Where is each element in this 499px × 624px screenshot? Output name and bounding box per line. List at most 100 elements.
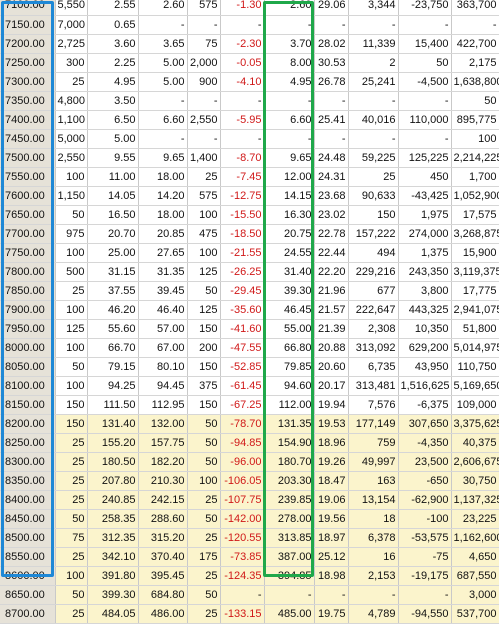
strike-cell: 7850.00: [0, 281, 56, 301]
table-row[interactable]: 8150.00 150 111.50 112.95 150 -67.25 112.00 19.…: [0, 395, 499, 415]
vol-a-cell: 25: [55, 281, 88, 301]
table-row[interactable]: 7450.00 5,000 5.00- - - - - - -100: [0, 129, 499, 149]
ask-cell: 46.40: [138, 300, 188, 320]
strike-cell: 7300.00: [0, 72, 56, 92]
table-row[interactable]: 7550.00 100 11.00 18.00 25 -7.45 12.00 24.31 25 4…: [0, 167, 499, 187]
premium-cell: 40,375: [451, 433, 499, 453]
table-row[interactable]: 8700.00 25 484.05 486.00 25 -133.15 485.00 19.7…: [0, 604, 499, 624]
change-cell: -: [220, 129, 265, 149]
last-cell: 8.00: [264, 53, 315, 73]
premium-cell: 2,214,225: [451, 148, 499, 168]
vol-b-cell: 50: [187, 414, 221, 434]
vol-a-cell: 25: [55, 72, 88, 92]
vol-b-cell: 125: [187, 262, 221, 282]
vol-a-cell: 50: [55, 357, 88, 377]
iv-cell: 22.78: [314, 224, 349, 244]
ask-cell: 27.65: [138, 243, 188, 263]
oi-change-cell: 443,325: [398, 300, 452, 320]
table-row[interactable]: 8250.00 25 155.20 157.75 50 -94.85 154.90 18.96…: [0, 433, 499, 453]
table-row[interactable]: 7500.00 2,550 9.55 9.65 1,400 -8.70 9.65 24.48 5…: [0, 148, 499, 168]
oi-change-cell: 1,375: [398, 243, 452, 263]
change-cell: -142.00: [220, 509, 265, 529]
open-interest-cell: 25: [348, 167, 399, 187]
table-row[interactable]: 8200.00 150 131.40 132.00 50 -78.70 131.35 19.5…: [0, 414, 499, 434]
premium-cell: 1,137,325: [451, 490, 499, 510]
vol-a-cell: 150: [55, 414, 88, 434]
table-row[interactable]: 7950.00 125 55.60 57.00 150 -41.60 55.00 21.39 2…: [0, 319, 499, 339]
premium-cell: 2,606,675: [451, 452, 499, 472]
table-row[interactable]: 8100.00 100 94.25 94.45 375 -61.45 94.60 20.17 3…: [0, 376, 499, 396]
table-row[interactable]: 7600.00 1,150 14.05 14.20 575 -12.75 14.15 23.6…: [0, 186, 499, 206]
open-interest-cell: 6,735: [348, 357, 399, 377]
last-cell: 24.55: [264, 243, 315, 263]
change-cell: -12.75: [220, 186, 265, 206]
bid-cell: 46.20: [87, 300, 139, 320]
bid-cell: 131.40: [87, 414, 139, 434]
oi-change-cell: -62,900: [398, 490, 452, 510]
premium-cell: 51,800: [451, 319, 499, 339]
iv-cell: 19.94: [314, 395, 349, 415]
table-row[interactable]: 8000.00 100 66.70 67.00 200 -47.55 66.80 20.88 3…: [0, 338, 499, 358]
oi-change-cell: 450: [398, 167, 452, 187]
bid-cell: 11.00: [87, 167, 139, 187]
table-row[interactable]: 7200.00 2,725 3.60 3.65 75 -2.30 3.70 28.02 11,3…: [0, 34, 499, 54]
vol-a-cell: 150: [55, 395, 88, 415]
strike-cell: 8150.00: [0, 395, 56, 415]
vol-b-cell: 50: [187, 452, 221, 472]
table-row[interactable]: 7650.00 50 16.50 18.00 100 -15.50 16.30 23.02 15…: [0, 205, 499, 225]
table-row[interactable]: 8050.00 50 79.15 80.10 150 -52.85 79.85 20.60 6,…: [0, 357, 499, 377]
table-row[interactable]: 7850.00 25 37.55 39.45 50 -29.45 39.30 21.96 677…: [0, 281, 499, 301]
vol-a-cell: 100: [55, 338, 88, 358]
oi-change-cell: -100: [398, 509, 452, 529]
table-row[interactable]: 8400.00 25 240.85 242.15 25 -107.75 239.85 19.0…: [0, 490, 499, 510]
last-cell: 278.00: [264, 509, 315, 529]
vol-b-cell: 1,400: [187, 148, 221, 168]
vol-a-cell: 500: [55, 262, 88, 282]
oi-change-cell: 1,516,625: [398, 376, 452, 396]
iv-cell: 24.31: [314, 167, 349, 187]
vol-b-cell: 375: [187, 376, 221, 396]
last-cell: 6.60: [264, 110, 315, 130]
premium-cell: 3,000: [451, 585, 499, 605]
strike-cell: 8700.00: [0, 604, 56, 624]
oi-change-cell: 110,000: [398, 110, 452, 130]
table-row[interactable]: 7750.00 100 25.00 27.65 100 -21.55 24.55 22.44 4…: [0, 243, 499, 263]
table-row[interactable]: 7150.00 7,000 0.65- - - - - - - -: [0, 15, 499, 35]
last-cell: 20.75: [264, 224, 315, 244]
ask-cell: 242.15: [138, 490, 188, 510]
ask-cell: 39.45: [138, 281, 188, 301]
table-row[interactable]: 7800.00 500 31.15 31.35 125 -26.25 31.40 22.20 2…: [0, 262, 499, 282]
oi-change-cell: 10,350: [398, 319, 452, 339]
change-cell: -8.70: [220, 148, 265, 168]
last-cell: 55.00: [264, 319, 315, 339]
change-cell: -120.55: [220, 528, 265, 548]
table-row[interactable]: 7350.00 4,800 3.50- - - - - - -50: [0, 91, 499, 111]
table-row[interactable]: 8450.00 50 258.35 288.60 50 -142.00 278.00 19.5…: [0, 509, 499, 529]
change-cell: -5.95: [220, 110, 265, 130]
bid-cell: 16.50: [87, 205, 139, 225]
table-row[interactable]: 7100.00 5,550 2.55 2.60 575 -1.30 2.60 29.06 3,3…: [0, 0, 499, 16]
table-row[interactable]: 8350.00 25 207.80 210.30 100 -106.05 203.30 18.…: [0, 471, 499, 491]
table-row[interactable]: 7400.00 1,100 6.50 6.60 2,550 -5.95 6.60 25.41 4…: [0, 110, 499, 130]
option-chain-body: 7100.00 5,550 2.55 2.60 575 -1.30 2.60 29.06 3,3…: [0, 0, 499, 624]
table-row[interactable]: 8650.00 50 399.30 684.80 50- - - - -3,000: [0, 585, 499, 605]
vol-a-cell: 50: [55, 205, 88, 225]
vol-a-cell: 100: [55, 566, 88, 586]
oi-change-cell: 243,350: [398, 262, 452, 282]
table-row[interactable]: 7300.00 25 4.95 5.00 900 -4.10 4.95 26.78 25,241…: [0, 72, 499, 92]
table-row[interactable]: 7700.00 975 20.70 20.85 475 -18.50 20.75 22.78 1…: [0, 224, 499, 244]
premium-cell: 1,700: [451, 167, 499, 187]
ask-cell: 684.80: [138, 585, 188, 605]
table-row[interactable]: 7900.00 100 46.20 46.40 125 -35.60 46.45 21.57 2…: [0, 300, 499, 320]
premium-cell: 15,900: [451, 243, 499, 263]
iv-cell: 20.60: [314, 357, 349, 377]
ask-cell: 18.00: [138, 205, 188, 225]
open-interest-cell: 40,016: [348, 110, 399, 130]
ask-cell: 112.95: [138, 395, 188, 415]
table-row[interactable]: 8600.00 100 391.80 395.45 25 -124.35 394.85 18.…: [0, 566, 499, 586]
table-row[interactable]: 8500.00 75 312.35 315.20 25 -120.55 313.85 18.9…: [0, 528, 499, 548]
table-row[interactable]: 7250.00 300 2.25 5.00 2,000 -0.05 8.00 30.53 2 50…: [0, 53, 499, 73]
table-row[interactable]: 8550.00 25 342.10 370.40 175 -73.85 387.00 25.1…: [0, 547, 499, 567]
table-row[interactable]: 8300.00 25 180.50 182.20 50 -96.00 180.70 19.26…: [0, 452, 499, 472]
oi-change-cell: 15,400: [398, 34, 452, 54]
